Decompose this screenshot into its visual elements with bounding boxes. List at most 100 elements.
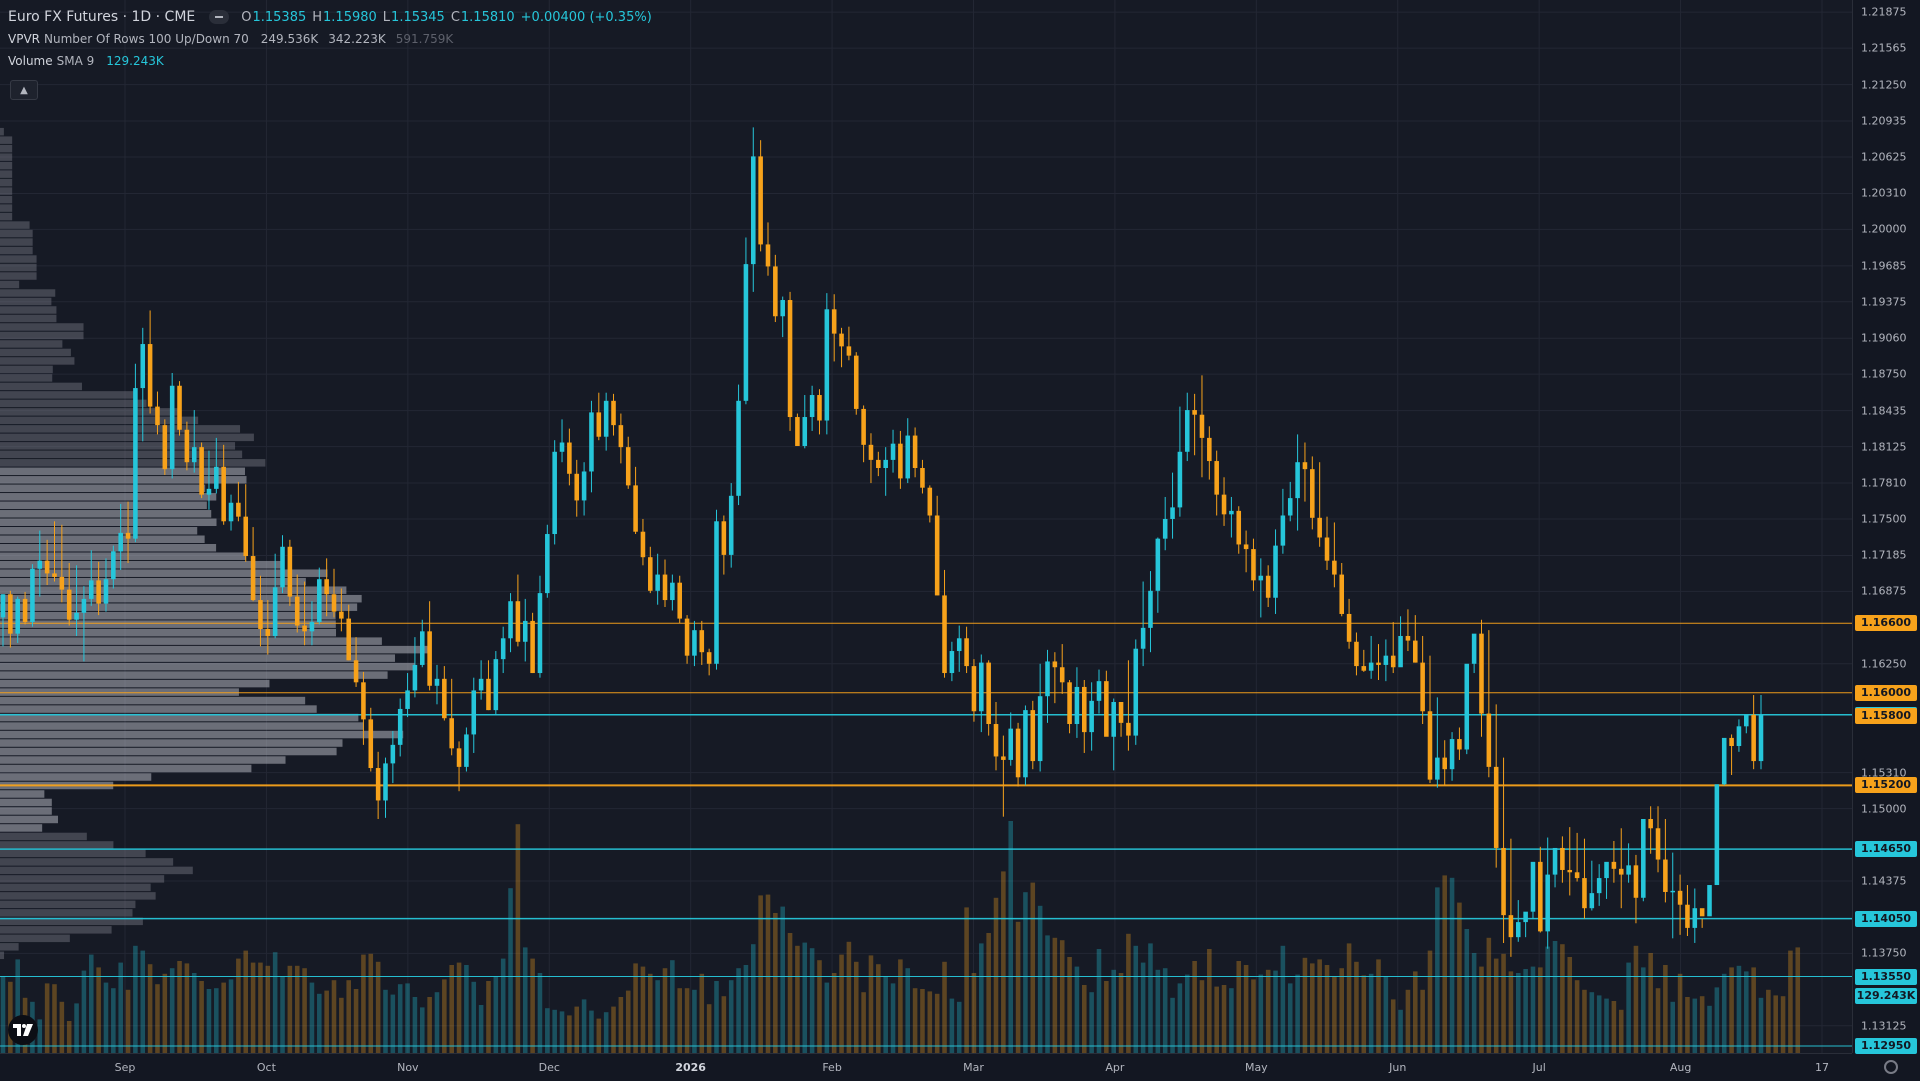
candle-body bbox=[464, 734, 469, 767]
candle-body bbox=[228, 502, 234, 522]
gear-icon[interactable] bbox=[1884, 1060, 1898, 1074]
volume-bar bbox=[1059, 940, 1065, 1053]
volume-bar bbox=[1515, 973, 1521, 1053]
volume-bar bbox=[1170, 997, 1175, 1053]
chevron-up-icon[interactable]: ▲ bbox=[10, 80, 38, 100]
candle-body bbox=[1398, 635, 1403, 668]
candle-body bbox=[1310, 469, 1315, 518]
candle-body bbox=[155, 406, 160, 426]
volume-label[interactable]: Volume bbox=[8, 54, 53, 68]
price-axis[interactable]: 1.21875 1.21565 1.21250 1.20935 1.20625 1.203… bbox=[1852, 0, 1920, 1055]
volume-bar bbox=[677, 988, 682, 1053]
volume-bar bbox=[1692, 998, 1698, 1053]
volume-bar bbox=[1685, 997, 1690, 1053]
volume-bar bbox=[1221, 985, 1227, 1053]
price-level-tag[interactable]: 1.13550 bbox=[1855, 968, 1917, 985]
candle-body bbox=[199, 447, 204, 495]
symbol-title[interactable]: Euro FX Futures · 1D · CME bbox=[8, 9, 195, 25]
volume-bar bbox=[773, 913, 778, 1053]
volume-bar bbox=[88, 954, 94, 1053]
volume-bar bbox=[986, 933, 991, 1053]
candlestick-chart[interactable] bbox=[0, 0, 1852, 1053]
candle-body bbox=[1008, 728, 1014, 760]
volume-bar bbox=[883, 976, 888, 1053]
candle-body bbox=[500, 638, 506, 660]
volume-bar bbox=[199, 981, 204, 1053]
vpvr-label[interactable]: VPVR bbox=[8, 32, 40, 46]
volume-bar bbox=[640, 966, 646, 1053]
volume-profile-row bbox=[0, 552, 246, 560]
candle-body bbox=[1692, 908, 1698, 928]
candle-body bbox=[1332, 560, 1337, 575]
volume-bar bbox=[1479, 966, 1484, 1053]
volume-bar bbox=[876, 964, 881, 1053]
candle-body bbox=[1045, 661, 1050, 697]
time-axis[interactable]: Sep Oct Nov Dec 2026 Feb Mar Apr May Jun Jul Aug 17 bbox=[0, 1053, 1852, 1081]
candle-body bbox=[596, 412, 602, 437]
volume-bar bbox=[1199, 980, 1205, 1053]
volume-bar bbox=[287, 965, 293, 1053]
volume-bar bbox=[1435, 887, 1440, 1053]
volume-bar bbox=[1243, 965, 1249, 1053]
open-key: O bbox=[241, 9, 252, 25]
candle-body bbox=[1729, 737, 1734, 747]
legend-volume-row[interactable]: Volume SMA 9 129.243K bbox=[8, 50, 658, 72]
volume-bar bbox=[1214, 986, 1219, 1053]
legend-main-row[interactable]: Euro FX Futures · 1D · CME O 1.15385 H 1… bbox=[8, 6, 658, 28]
price-level-tag[interactable]: 1.12950 bbox=[1855, 1038, 1917, 1055]
candle-body bbox=[728, 495, 734, 555]
candle-body bbox=[1567, 869, 1573, 873]
candle-body bbox=[934, 515, 940, 596]
candle-body bbox=[1383, 655, 1389, 665]
candle-body bbox=[1677, 890, 1683, 905]
hide-series-icon[interactable] bbox=[209, 10, 230, 24]
volume-bar bbox=[96, 967, 101, 1053]
chart-pane[interactable]: Euro FX Futures · 1D · CME O 1.15385 H 1… bbox=[0, 0, 1852, 1053]
volume-profile-row bbox=[0, 450, 243, 459]
candle-body bbox=[993, 724, 999, 757]
volume-profile-row bbox=[0, 849, 146, 858]
volume-bar bbox=[530, 958, 535, 1053]
price-tick-label: 1.15000 bbox=[1861, 802, 1907, 816]
candle-body bbox=[383, 763, 388, 801]
candle-body bbox=[1192, 410, 1197, 415]
volume-bar bbox=[1148, 943, 1153, 1053]
time-tick-label: Dec bbox=[538, 1061, 560, 1074]
volume-profile-row bbox=[0, 841, 114, 849]
time-tick-label: 2026 bbox=[675, 1061, 706, 1074]
volume-bar bbox=[1001, 871, 1006, 1053]
volume-bar bbox=[1037, 905, 1043, 1053]
candle-body bbox=[1346, 613, 1352, 642]
volume-bar bbox=[846, 941, 852, 1053]
volume-bar bbox=[1471, 953, 1477, 1053]
volume-bar bbox=[1648, 953, 1653, 1053]
volume-profile bbox=[0, 127, 430, 960]
volume-bar bbox=[1133, 945, 1139, 1053]
candle-body bbox=[574, 473, 580, 501]
low-value: 1.15345 bbox=[391, 9, 445, 25]
price-level-tag[interactable]: 1.14050 bbox=[1855, 910, 1917, 927]
volume-profile-row bbox=[0, 178, 13, 187]
volume-profile-row bbox=[0, 221, 30, 229]
candle-body bbox=[317, 579, 322, 623]
candle-body bbox=[640, 531, 646, 558]
price-tick-label: 1.18125 bbox=[1861, 440, 1907, 454]
legend-vpvr-row[interactable]: VPVR Number Of Rows 100 Up/Down 70 249.5… bbox=[8, 28, 658, 50]
candle-body bbox=[1479, 633, 1484, 714]
candle-body bbox=[449, 718, 454, 749]
volume-profile-row bbox=[0, 272, 37, 280]
price-level-tag[interactable]: 1.16000 bbox=[1855, 684, 1917, 701]
tradingview-logo-icon[interactable] bbox=[8, 1015, 38, 1045]
volume-profile-row bbox=[0, 594, 362, 603]
candle-body bbox=[1545, 874, 1550, 932]
price-level-tag[interactable]: 1.16600 bbox=[1855, 615, 1917, 632]
price-level-tag[interactable]: 1.15200 bbox=[1855, 777, 1917, 794]
price-level-tag[interactable]: 1.15800 bbox=[1855, 707, 1917, 724]
price-level-tag[interactable]: 1.14650 bbox=[1855, 841, 1917, 858]
candle-body bbox=[1059, 667, 1065, 683]
price-tick-label: 1.21875 bbox=[1861, 5, 1907, 19]
candle-body bbox=[956, 638, 962, 652]
candle-body bbox=[1089, 700, 1094, 733]
volume-profile-row bbox=[0, 510, 212, 518]
candle-body bbox=[589, 412, 594, 472]
